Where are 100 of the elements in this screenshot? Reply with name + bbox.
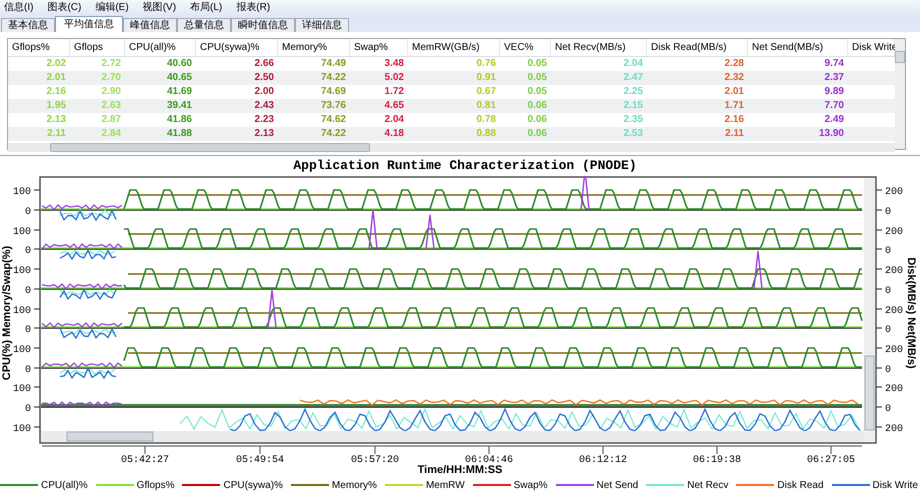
column-header[interactable]: CPU(all)% (125, 39, 196, 56)
axis-tick-label: 06:12:12 (579, 455, 627, 466)
table-cell-text: 1.71 (724, 99, 745, 113)
table-cell-text: 74.69 (320, 85, 347, 99)
axis-tick-label: 06:27:05 (807, 455, 855, 466)
axis-tick-label: 200 (885, 187, 904, 198)
column-header[interactable]: Net Send(MB/s) (748, 39, 848, 56)
axis-tick-label: 100 (12, 227, 31, 238)
table-cell-text: 4.18 (384, 127, 405, 141)
axis-tick-label: 100 (12, 345, 31, 356)
table-cell-text: 0.05 (526, 71, 548, 85)
table-cell-text: 0.05 (526, 85, 548, 99)
table-cell-text: 1.72 (384, 85, 405, 99)
horizontal-scrollbar[interactable] (41, 431, 864, 442)
table-cell-text: 2.35 (622, 113, 644, 127)
table-cell-text: 2.01 (724, 85, 745, 99)
table-cell-text: 74.22 (320, 71, 347, 85)
axis-tick-label: 0 (885, 286, 892, 297)
menu-item[interactable]: 信息(I) (4, 0, 34, 16)
axis-tick-label: 06:04:46 (465, 455, 513, 466)
axis-tick-label: 100 (12, 424, 31, 435)
scrollbar-thumb[interactable] (66, 432, 154, 442)
axis-tick-label: 05:49:54 (236, 455, 284, 466)
scrollbar-thumb[interactable] (895, 51, 905, 63)
scrollbar-thumb[interactable] (50, 143, 370, 152)
table-cell-text: 2.16 (724, 113, 745, 127)
column-header[interactable]: Disk Read(MB/s) (647, 39, 748, 56)
menu-item[interactable]: 报表(R) (236, 0, 270, 16)
column-header[interactable]: Memory% (278, 39, 350, 56)
legend-label: CPU(all)% (41, 478, 88, 492)
table-cell-text: 4.65 (384, 99, 405, 113)
tab[interactable]: 基本信息 (1, 18, 55, 32)
axis-tick-label: 0 (24, 365, 31, 376)
table-cell-text: 39.41 (166, 99, 193, 113)
legend-label: Memory% (332, 478, 377, 492)
table-cell-text: 74.22 (320, 127, 347, 141)
tab[interactable]: 平均值信息 (55, 16, 123, 32)
axis-tick-label: 200 (885, 345, 904, 356)
axis-tick-label: 200 (885, 306, 904, 317)
table-cell-text: 2.00 (254, 85, 275, 99)
chart-title: Application Runtime Characterization (PNODE) (293, 157, 637, 176)
column-header[interactable]: Gflops% (8, 39, 70, 56)
table-cell-text: 2.49 (824, 113, 845, 127)
axis-tick-label: 05:57:20 (351, 455, 399, 466)
table-cell-text: 2.90 (100, 85, 122, 99)
legend-label: Disk Write (872, 478, 918, 492)
table-cell-text: 0.88 (476, 127, 497, 141)
table-cell-text: 9.74 (824, 57, 845, 71)
table-cell-text: 0.81 (476, 99, 497, 113)
scrollbar-thumb[interactable] (864, 356, 874, 430)
menu-item[interactable]: 图表(C) (47, 0, 82, 16)
axis-tick-label: 0 (885, 404, 892, 415)
table-cell-text: 0.78 (476, 113, 497, 127)
column-header[interactable]: VEC% (500, 39, 551, 56)
column-header[interactable]: MemRW(GB/s) (408, 39, 500, 56)
table-cell-text: 2.13 (46, 113, 67, 127)
axis-tick-label: 0 (885, 246, 892, 257)
axis-tick-label: 200 (885, 227, 904, 238)
tab[interactable]: 瞬时值信息 (231, 18, 295, 32)
table-cell-text: 2.87 (100, 113, 122, 127)
axis-tick-label: 06:19:38 (693, 455, 741, 466)
column-header[interactable]: Gflops (70, 39, 125, 56)
legend-label: Swap% (514, 478, 548, 492)
tab[interactable]: 峰值信息 (123, 18, 177, 32)
table-cell-text: 74.62 (320, 113, 347, 127)
table-cell-text: 3.48 (384, 57, 405, 71)
table-cell-text: 2.11 (724, 127, 745, 141)
table-cell-text: 0.06 (526, 113, 548, 127)
tab[interactable]: 详细信息 (295, 18, 349, 32)
vertical-scrollbar[interactable] (895, 39, 905, 149)
table-cell-text: 40.60 (166, 57, 193, 71)
menu-item[interactable]: 布局(L) (190, 0, 222, 16)
tab[interactable]: 总量信息 (177, 18, 231, 32)
table-cell-text: 13.90 (818, 127, 845, 141)
table-cell-text: 2.15 (622, 99, 644, 113)
table-cell-text: 2.50 (254, 71, 275, 85)
menu-item[interactable]: 视图(V) (142, 0, 176, 16)
legend-label: Net Send (596, 478, 638, 492)
axis-tick-label: 0 (885, 207, 892, 218)
table-cell-text: 74.49 (320, 57, 347, 71)
column-header[interactable]: Net Recv(MB/s) (551, 39, 647, 56)
axis-tick-label: 100 (12, 266, 31, 277)
legend-label: Net Recv (687, 478, 728, 492)
table-cell-text: 41.86 (166, 113, 193, 127)
column-header[interactable]: CPU(sywa)% (196, 39, 278, 56)
axis-tick-label: 100 (12, 384, 31, 395)
table-cell-text: 2.72 (100, 57, 122, 71)
table-cell-text: 0.91 (476, 71, 497, 85)
axis-tick-label: 200 (885, 384, 904, 395)
table-cell-text: 2.04 (384, 113, 405, 127)
table-cell-text: 2.16 (46, 85, 67, 99)
axis-tick-label: 200 (885, 266, 904, 277)
horizontal-scrollbar[interactable] (8, 143, 895, 152)
table-cell-text: 0.05 (526, 57, 548, 71)
column-header[interactable]: Swap% (350, 39, 408, 56)
axis-tick-label: 100 (12, 187, 31, 198)
menu-item[interactable]: 编辑(E) (95, 0, 129, 16)
table-cell-text: 2.66 (254, 57, 275, 71)
table-cell-text: 2.01 (46, 71, 67, 85)
axis-tick-label: 05:42:27 (121, 455, 169, 466)
